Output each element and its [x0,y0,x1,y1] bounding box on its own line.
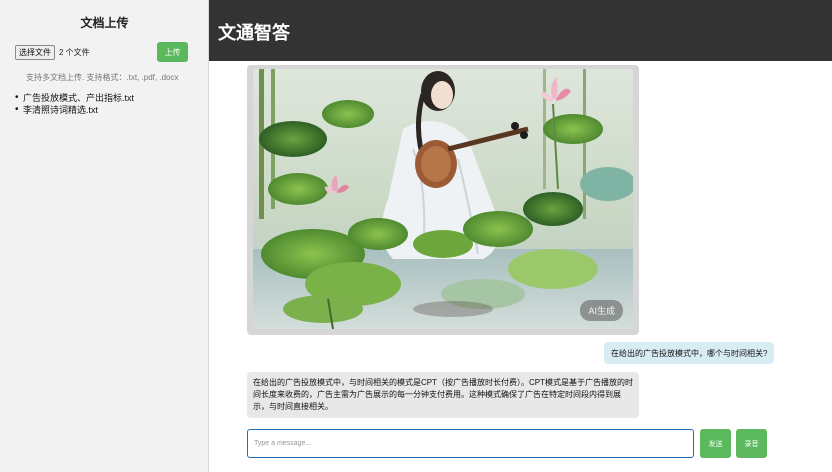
sidebar: 文档上传 选择文件 2 个文件 上传 支持多文档上传. 支持格式：.txt, .… [0,0,209,472]
chat-area: AI生成 在给出的广告投放模式中，哪个与时间相关? 在给出的广告投放模式中，与时… [209,61,832,472]
image-message: AI生成 [247,65,639,335]
file-list-item: 广告投放模式、产出指标.txt [15,92,134,104]
file-list-item: 李清照诗词精选.txt [15,104,134,116]
user-message-bubble: 在给出的广告投放模式中，哪个与时间相关? [604,342,775,364]
ai-painting-image[interactable]: AI生成 [253,69,633,329]
ai-generated-badge: AI生成 [580,300,623,321]
file-picker: 选择文件 2 个文件 [15,45,90,60]
bot-message-bubble: 在给出的广告投放模式中，与时间相关的模式是CPT（按广告播放时长付费）。CPT模… [247,372,639,418]
file-list: 广告投放模式、产出指标.txt 李清照诗词精选.txt [15,92,134,116]
choose-file-button[interactable]: 选择文件 [15,45,55,60]
upload-button[interactable]: 上传 [157,42,188,62]
message-input-row: 发送 录音 [247,429,767,459]
message-input[interactable] [247,429,694,458]
painting-illustration [253,69,633,329]
sidebar-title: 文档上传 [80,16,129,30]
upload-hint: 支持多文档上传. 支持格式：.txt, .pdf, .docx [26,73,179,82]
app-title: 文通智答 [218,23,290,43]
file-count: 2 个文件 [59,48,90,57]
record-voice-button[interactable]: 录音 [736,429,767,458]
send-button[interactable]: 发送 [700,429,731,458]
app-header: 文通智答 [209,0,832,61]
